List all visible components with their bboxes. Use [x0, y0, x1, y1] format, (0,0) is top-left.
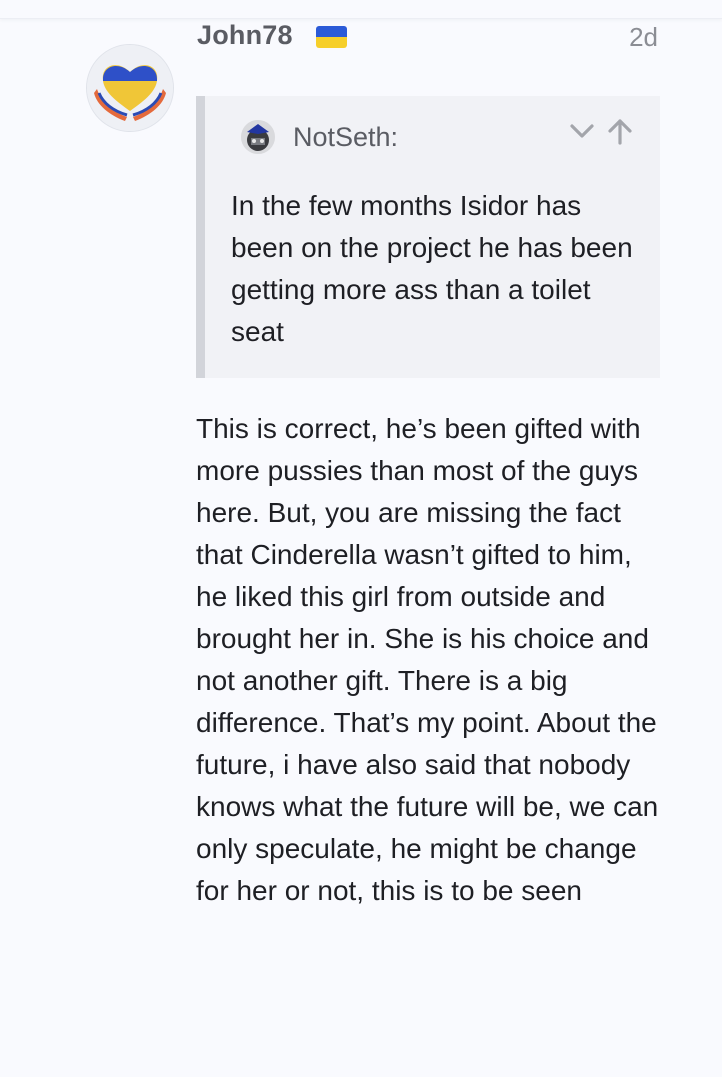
post-date[interactable]: 2d [612, 22, 658, 53]
quote-text: In the few months Isidor has been on the… [231, 190, 633, 347]
ukraine-flag-icon [316, 26, 347, 48]
post-body: This is correct, he’s been gifted with m… [196, 413, 659, 906]
post-username[interactable]: John78 [197, 20, 293, 51]
arrow-up-icon[interactable] [605, 116, 635, 146]
heart-hands-icon [87, 45, 173, 131]
chevron-down-icon[interactable] [567, 116, 597, 146]
top-divider [0, 0, 722, 19]
quote-avatar-icon [241, 120, 275, 154]
user-avatar[interactable] [86, 44, 174, 132]
quote-author: NotSeth: [293, 122, 399, 152]
quote-block: NotSeth: In the few months Isidor has be… [196, 96, 660, 378]
quote-author-avatar[interactable] [241, 120, 275, 154]
